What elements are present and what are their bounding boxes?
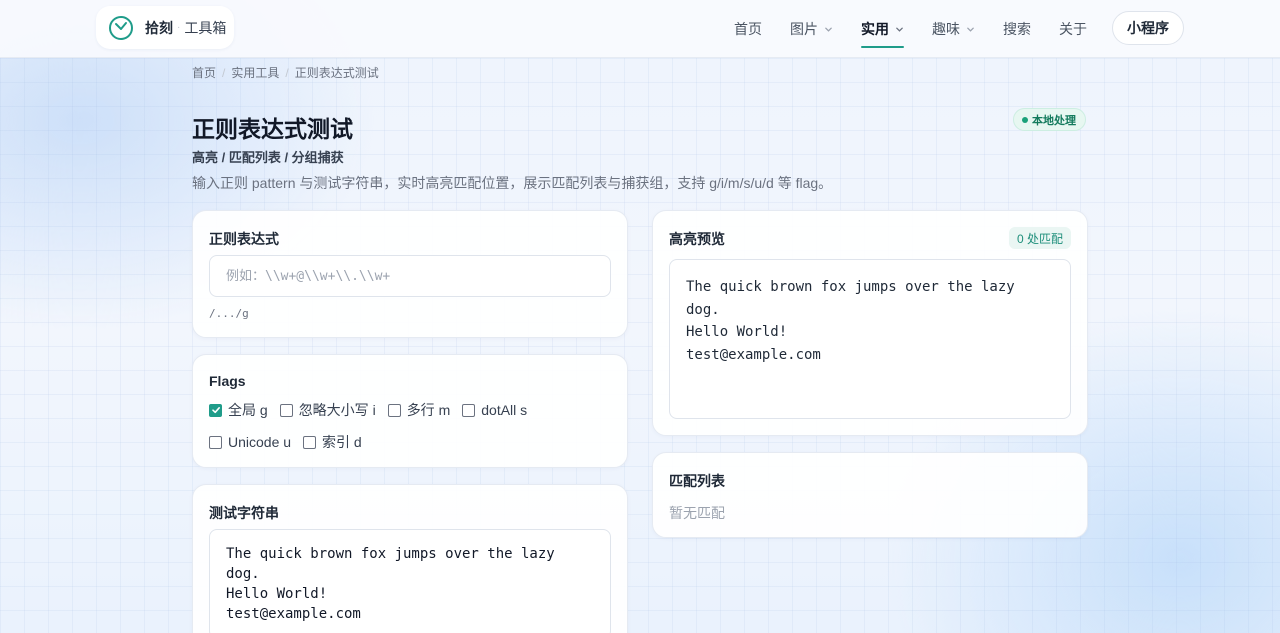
regex-preview: /.../g xyxy=(209,307,249,320)
flag-unicode-label: Unicode u xyxy=(228,434,292,450)
flag-ignore-case[interactable]: 忽略大小写 i xyxy=(279,400,376,420)
nav-fun[interactable]: 趣味 xyxy=(932,0,975,58)
flag-dotall[interactable]: dotAll s xyxy=(462,402,527,418)
brand-subtitle: 工具箱 xyxy=(184,19,227,36)
main-nav: 首页 图片 实用 趣味 搜索 关于 xyxy=(734,0,1115,58)
regex-input[interactable] xyxy=(209,255,611,297)
match-list-label: 匹配列表 xyxy=(669,473,725,489)
match-list-empty: 暂无匹配 xyxy=(669,505,725,521)
breadcrumb-utilities[interactable]: 实用工具 xyxy=(231,64,279,81)
breadcrumb-current: 正则表达式测试 xyxy=(294,66,379,80)
nav-images-label: 图片 xyxy=(790,21,818,37)
flag-global-label: 全局 g xyxy=(228,402,268,418)
match-list-card: 匹配列表 暂无匹配 xyxy=(652,452,1088,538)
checkbox-icon[interactable] xyxy=(209,435,222,449)
flag-unicode[interactable]: Unicode u xyxy=(209,434,291,450)
badge-label: 本地处理 xyxy=(1032,114,1076,127)
flag-dotall-label: dotAll s xyxy=(481,402,528,418)
regex-label: 正则表达式 xyxy=(209,231,279,247)
flags-label: Flags xyxy=(209,373,246,389)
breadcrumb-separator: / xyxy=(285,65,289,80)
chevron-down-icon xyxy=(825,27,832,32)
local-processing-badge: 本地处理 xyxy=(1013,108,1086,131)
nav-search[interactable]: 搜索 xyxy=(1003,0,1031,58)
test-string-label: 测试字符串 xyxy=(209,505,279,521)
checkbox-icon[interactable] xyxy=(279,403,293,417)
breadcrumb-separator: / xyxy=(222,65,226,80)
nav-fun-label: 趣味 xyxy=(932,21,960,37)
brand-name: 拾刻 xyxy=(145,19,173,36)
page-description: 输入正则 pattern 与测试字符串，实时高亮匹配位置，展示匹配列表与捕获组，… xyxy=(192,175,833,191)
nav-home-label: 首页 xyxy=(734,21,762,37)
test-string-card: 测试字符串 The quick brown fox jumps over the… xyxy=(192,484,628,633)
test-string-textarea[interactable]: The quick brown fox jumps over the lazy … xyxy=(209,529,611,633)
breadcrumb-home[interactable]: 首页 xyxy=(192,64,216,81)
brand-logo-link[interactable]: 拾刻 · 工具箱 xyxy=(96,6,234,49)
nav-utilities-label: 实用 xyxy=(861,21,889,37)
breadcrumb: 首页 / 实用工具 / 正则表达式测试 xyxy=(192,64,379,81)
flag-multiline-label: 多行 m xyxy=(406,402,451,418)
flags-row-1: 全局 g 忽略大小写 i 多行 m dotAll s xyxy=(209,400,539,420)
nav-utilities[interactable]: 实用 xyxy=(861,0,904,58)
regex-card: 正则表达式 /.../g xyxy=(192,210,628,338)
flag-indices[interactable]: 索引 d xyxy=(303,432,362,452)
nav-about[interactable]: 关于 xyxy=(1059,0,1087,58)
mini-program-button[interactable]: 小程序 xyxy=(1112,11,1184,45)
flag-global[interactable]: 全局 g xyxy=(209,400,268,420)
top-navigation-bar: 拾刻 · 工具箱 首页 图片 实用 趣味 搜索 关于 小程序 xyxy=(0,0,1280,58)
checkbox-checked-icon[interactable] xyxy=(209,403,222,417)
flag-indices-label: 索引 d xyxy=(322,434,362,450)
highlight-preview-card: 高亮预览 0 处匹配 The quick brown fox jumps ove… xyxy=(652,210,1088,436)
chevron-down-icon xyxy=(896,27,903,32)
checkbox-icon[interactable] xyxy=(462,403,476,417)
brand-separator: · xyxy=(177,22,181,33)
chevron-down-icon xyxy=(967,27,974,32)
checkbox-icon[interactable] xyxy=(387,403,401,417)
flags-card: Flags 全局 g 忽略大小写 i 多行 m dotAll s Unicode… xyxy=(192,354,628,468)
nav-images[interactable]: 图片 xyxy=(790,0,833,58)
checkbox-icon[interactable] xyxy=(303,435,317,449)
page-subtitle: 高亮 / 匹配列表 / 分组捕获 xyxy=(192,150,344,165)
highlight-preview-box: The quick brown fox jumps over the lazy … xyxy=(669,259,1071,419)
flag-ignore-case-label: 忽略大小写 i xyxy=(298,402,376,418)
flag-multiline[interactable]: 多行 m xyxy=(387,400,451,420)
nav-about-label: 关于 xyxy=(1059,21,1087,37)
flags-row-2: Unicode u 索引 d xyxy=(209,432,374,452)
match-count-badge: 0 处匹配 xyxy=(1008,227,1071,249)
status-dot-icon xyxy=(1022,116,1028,123)
highlight-label: 高亮预览 xyxy=(669,231,725,247)
page-title: 正则表达式测试 xyxy=(192,116,353,142)
clock-icon xyxy=(109,15,133,40)
nav-home[interactable]: 首页 xyxy=(734,0,762,58)
nav-search-label: 搜索 xyxy=(1003,21,1031,37)
